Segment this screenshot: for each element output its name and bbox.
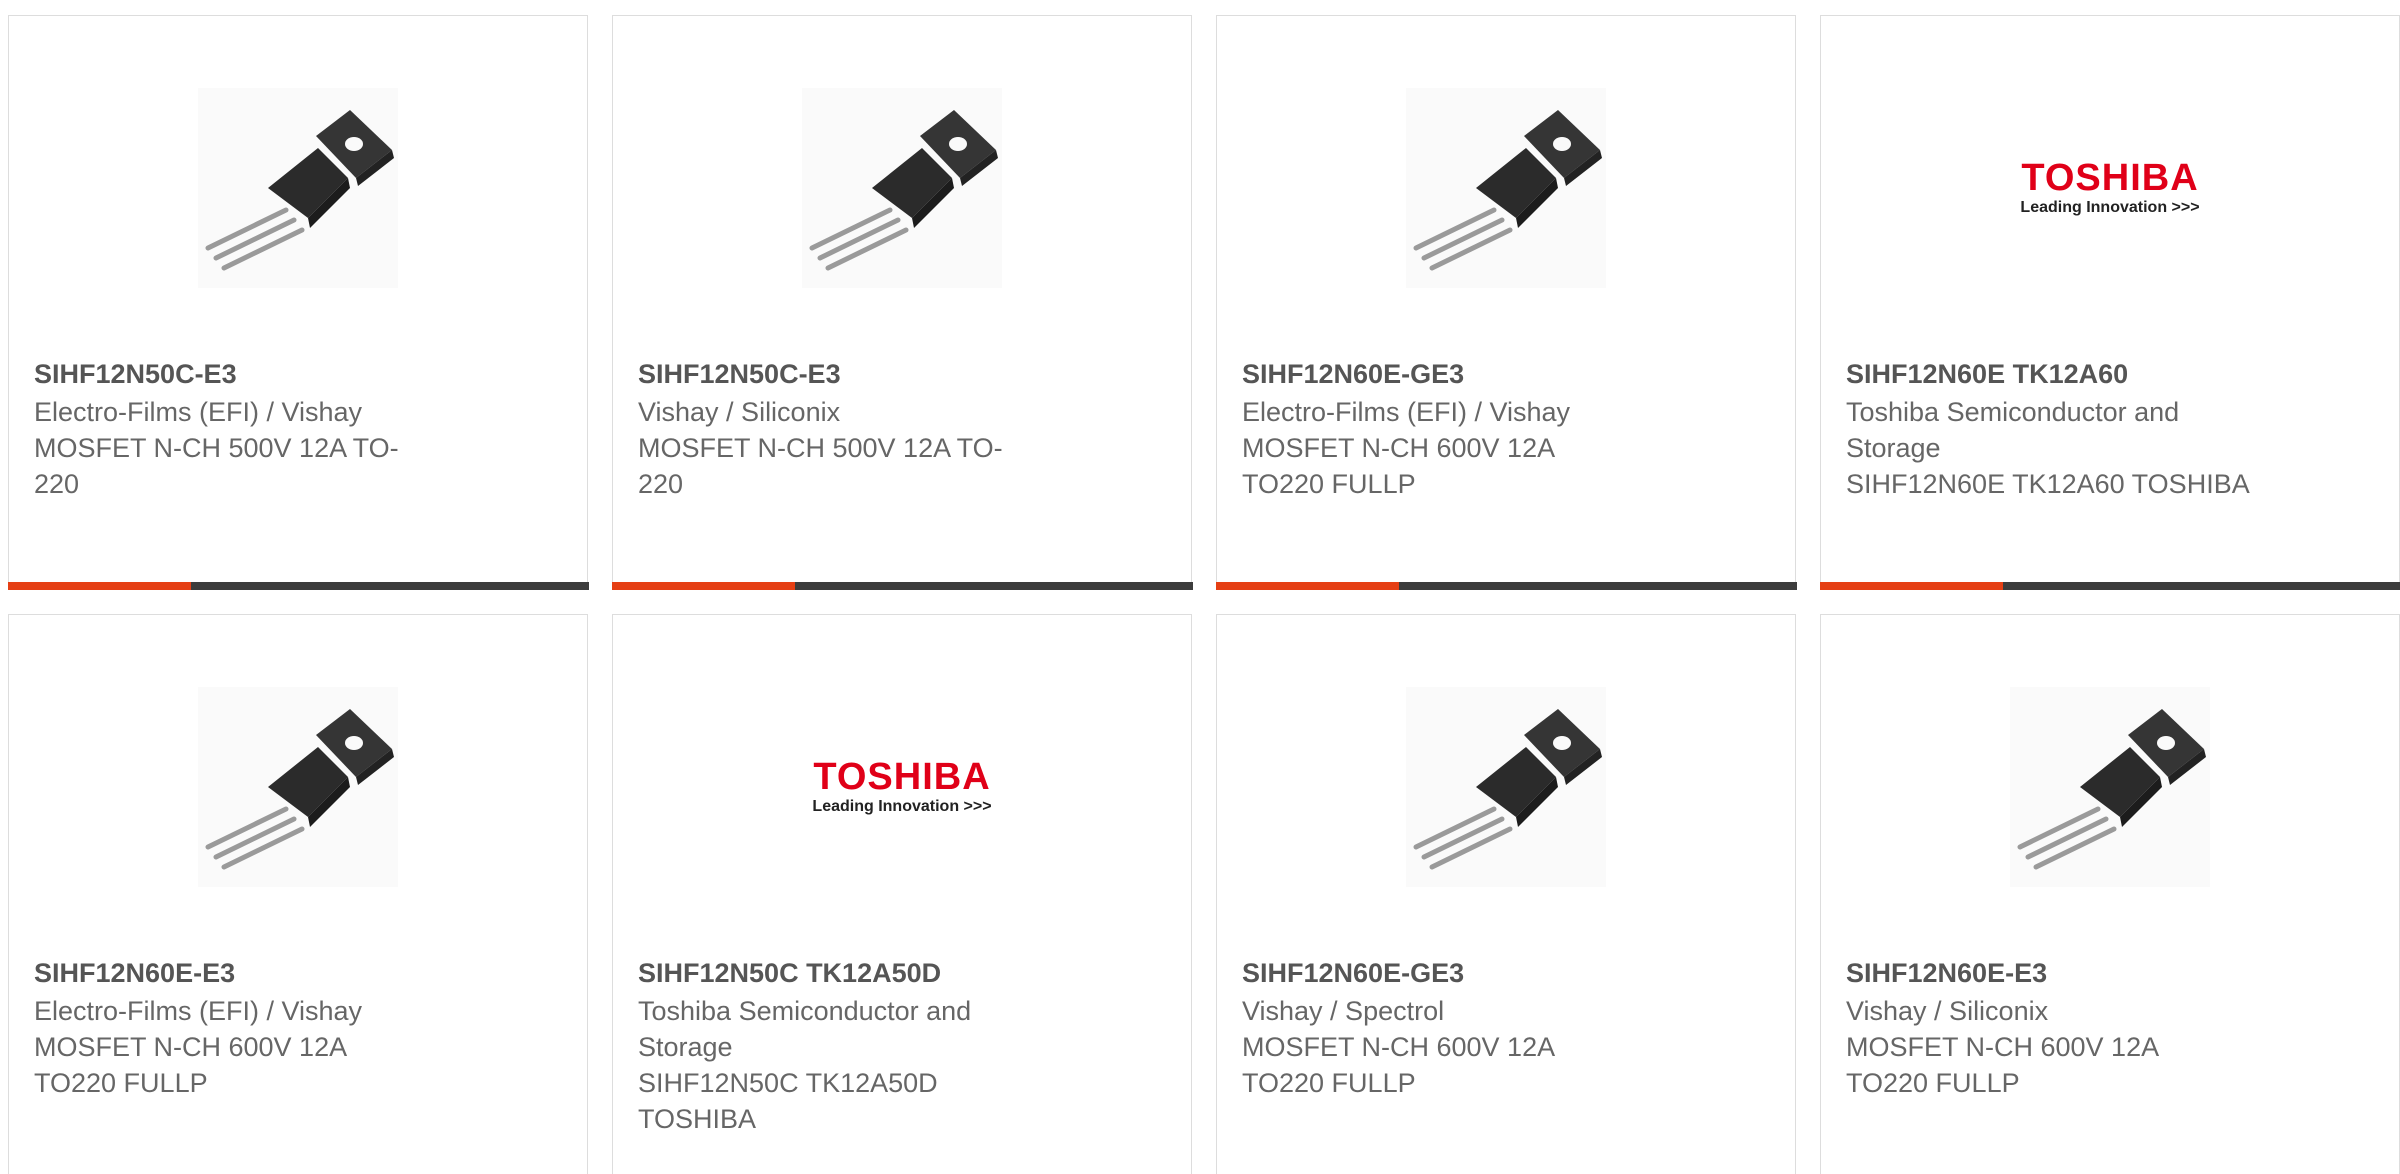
- description-line: MOSFET N-CH 600V 12A: [1242, 430, 1672, 466]
- product-image[interactable]: [802, 88, 1002, 288]
- card-bar-accent: [8, 582, 191, 590]
- product-image[interactable]: TOSHIBA Leading Innovation >>>: [802, 687, 1002, 887]
- manufacturer-line: Vishay / Spectrol: [1242, 993, 1672, 1029]
- description-line: MOSFET N-CH 600V 12A: [1242, 1029, 1672, 1065]
- description-line: MOSFET N-CH 500V 12A TO-: [638, 430, 1068, 466]
- description-line: SIHF12N50C TK12A50D: [638, 1065, 1068, 1101]
- description-line: 220: [34, 466, 464, 502]
- manufacturer-line: Vishay / Siliconix: [638, 394, 1068, 430]
- description-line: SIHF12N60E TK12A60 TOSHIBA: [1846, 466, 2276, 502]
- transistor-icon: [1406, 88, 1606, 288]
- toshiba-logo: TOSHIBA Leading Innovation >>>: [2020, 159, 2199, 217]
- part-number[interactable]: SIHF12N50C-E3: [638, 356, 1068, 392]
- product-image[interactable]: [1406, 687, 1606, 887]
- product-image[interactable]: [1406, 88, 1606, 288]
- card-bar-accent: [1216, 582, 1399, 590]
- part-number[interactable]: SIHF12N60E-E3: [1846, 955, 2276, 991]
- manufacturer-line: Electro-Films (EFI) / Vishay: [1242, 394, 1672, 430]
- description-line: TOSHIBA: [638, 1101, 1068, 1137]
- description-line: TO220 FULLP: [1846, 1065, 2276, 1101]
- product-card[interactable]: SIHF12N60E-E3 Electro-Films (EFI) / Vish…: [8, 614, 588, 1174]
- product-grid: SIHF12N50C-E3 Electro-Films (EFI) / Vish…: [8, 15, 2400, 1174]
- product-info: SIHF12N60E-GE3 Electro-Films (EFI) / Vis…: [1242, 356, 1672, 502]
- transistor-icon: [198, 88, 398, 288]
- description-line: MOSFET N-CH 600V 12A: [34, 1029, 464, 1065]
- product-card[interactable]: SIHF12N60E-GE3 Vishay / Spectrol MOSFET …: [1216, 614, 1796, 1174]
- part-number[interactable]: SIHF12N50C TK12A50D: [638, 955, 1068, 991]
- description-line: TO220 FULLP: [1242, 1065, 1672, 1101]
- transistor-icon: [802, 88, 1002, 288]
- card-bar-accent: [612, 582, 795, 590]
- logo-brand: TOSHIBA: [2020, 159, 2199, 197]
- description-line: MOSFET N-CH 600V 12A: [1846, 1029, 2276, 1065]
- logo-brand: TOSHIBA: [812, 758, 991, 796]
- toshiba-logo: TOSHIBA Leading Innovation >>>: [812, 758, 991, 816]
- part-number[interactable]: SIHF12N60E-GE3: [1242, 356, 1672, 392]
- product-card[interactable]: SIHF12N50C-E3 Vishay / Siliconix MOSFET …: [612, 15, 1192, 590]
- logo-tagline: Leading Innovation >>>: [2020, 199, 2199, 217]
- description-line: TO220 FULLP: [34, 1065, 464, 1101]
- part-number[interactable]: SIHF12N50C-E3: [34, 356, 464, 392]
- product-info: SIHF12N60E-E3 Vishay / Siliconix MOSFET …: [1846, 955, 2276, 1101]
- card-bar-accent: [1820, 582, 2003, 590]
- product-card[interactable]: TOSHIBA Leading Innovation >>> SIHF12N50…: [612, 614, 1192, 1174]
- product-image[interactable]: TOSHIBA Leading Innovation >>>: [2010, 88, 2210, 288]
- transistor-icon: [198, 687, 398, 887]
- manufacturer-line: Storage: [1846, 430, 2276, 466]
- part-number[interactable]: SIHF12N60E TK12A60: [1846, 356, 2276, 392]
- product-image[interactable]: [2010, 687, 2210, 887]
- product-card[interactable]: SIHF12N60E-GE3 Electro-Films (EFI) / Vis…: [1216, 15, 1796, 590]
- manufacturer-line: Electro-Films (EFI) / Vishay: [34, 394, 464, 430]
- card-bottom-bar: [1820, 582, 2400, 590]
- product-info: SIHF12N50C TK12A50D Toshiba Semiconducto…: [638, 955, 1068, 1137]
- manufacturer-line: Toshiba Semiconductor and: [1846, 394, 2276, 430]
- manufacturer-line: Toshiba Semiconductor and: [638, 993, 1068, 1029]
- transistor-icon: [2010, 687, 2210, 887]
- transistor-icon: [1406, 687, 1606, 887]
- manufacturer-line: Electro-Films (EFI) / Vishay: [34, 993, 464, 1029]
- product-image[interactable]: [198, 687, 398, 887]
- product-info: SIHF12N60E TK12A60 Toshiba Semiconductor…: [1846, 356, 2276, 502]
- card-bottom-bar: [1216, 582, 1797, 590]
- part-number[interactable]: SIHF12N60E-GE3: [1242, 955, 1672, 991]
- product-image[interactable]: [198, 88, 398, 288]
- product-card[interactable]: TOSHIBA Leading Innovation >>> SIHF12N60…: [1820, 15, 2400, 590]
- card-bottom-bar: [612, 582, 1193, 590]
- product-info: SIHF12N50C-E3 Vishay / Siliconix MOSFET …: [638, 356, 1068, 502]
- logo-tagline: Leading Innovation >>>: [812, 798, 991, 816]
- product-card[interactable]: SIHF12N60E-E3 Vishay / Siliconix MOSFET …: [1820, 614, 2400, 1174]
- manufacturer-line: Vishay / Siliconix: [1846, 993, 2276, 1029]
- manufacturer-line: Storage: [638, 1029, 1068, 1065]
- product-info: SIHF12N50C-E3 Electro-Films (EFI) / Vish…: [34, 356, 464, 502]
- product-info: SIHF12N60E-E3 Electro-Films (EFI) / Vish…: [34, 955, 464, 1101]
- description-line: TO220 FULLP: [1242, 466, 1672, 502]
- description-line: 220: [638, 466, 1068, 502]
- product-card[interactable]: SIHF12N50C-E3 Electro-Films (EFI) / Vish…: [8, 15, 588, 590]
- part-number[interactable]: SIHF12N60E-E3: [34, 955, 464, 991]
- product-info: SIHF12N60E-GE3 Vishay / Spectrol MOSFET …: [1242, 955, 1672, 1101]
- description-line: MOSFET N-CH 500V 12A TO-: [34, 430, 464, 466]
- card-bottom-bar: [8, 582, 589, 590]
